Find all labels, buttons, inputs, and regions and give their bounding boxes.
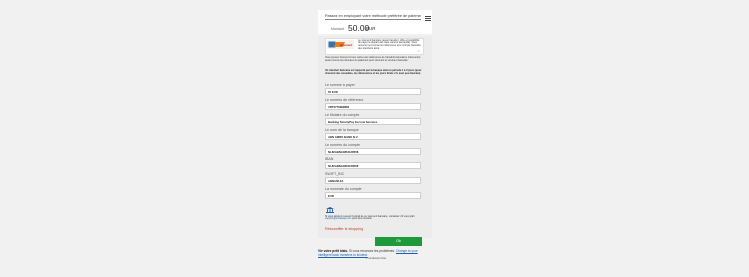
field-account-currency[interactable]: EUR bbox=[325, 192, 421, 199]
payment-method-select[interactable]: Passez en employant votre méthode préfér… bbox=[325, 14, 421, 20]
field-label-iban: IBAN bbox=[325, 157, 334, 161]
bank-building-icon bbox=[326, 207, 334, 213]
cookie-close-button[interactable]: × rendement cloe bbox=[366, 257, 386, 260]
notice-close-icon[interactable]: × bbox=[418, 50, 420, 53]
field-swift-bic[interactable]: ABNANL2A bbox=[325, 177, 421, 184]
field-bank-name[interactable]: ABN AMRO BANK N.V. bbox=[325, 132, 421, 140]
notice-text: Le virement bancaire (aussi transfert, o… bbox=[358, 38, 421, 50]
field-label-amount: Le somme à payer bbox=[325, 82, 355, 87]
field-label-holder: Le titulaire du compte bbox=[325, 112, 360, 117]
amount-currency: EUR bbox=[366, 26, 376, 31]
info-paragraph-bold: Un transfert bancaire est rapporté par l… bbox=[325, 69, 422, 75]
field-label-currency: La monnaie du compte bbox=[325, 187, 362, 191]
field-iban[interactable]: NL82ABNA0861128558 bbox=[325, 162, 421, 169]
field-reference[interactable]: VRT0779999883 bbox=[325, 102, 421, 110]
field-amount[interactable]: 52 EUR bbox=[325, 87, 421, 95]
info-paragraph: Vous pouvez trouver ici tous sortes des … bbox=[325, 56, 421, 62]
contact-note: Si vous désirez recevoir l'extrait de ce… bbox=[325, 214, 415, 221]
amount-label: Montant bbox=[331, 27, 344, 31]
svg-text:Virement: Virement bbox=[340, 43, 353, 47]
field-account-holder[interactable]: Banking SmartyPay Escrow Services bbox=[325, 117, 421, 125]
field-account-number[interactable]: NL82ABNA0861128558 bbox=[325, 147, 421, 155]
support-email-link[interactable]: support@smartpay.com bbox=[325, 217, 351, 220]
field-label-swift: SWIFT_BIC bbox=[325, 172, 345, 176]
hamburger-menu-icon[interactable] bbox=[425, 16, 431, 22]
bank-transfer-logo: Virement bbox=[327, 40, 354, 49]
ok-button[interactable]: Ok bbox=[375, 237, 422, 246]
field-label-account: Le numéro du compte bbox=[325, 142, 360, 147]
field-label-reference: Le numéro de référence bbox=[325, 97, 364, 102]
back-to-shopping-link[interactable]: Rétourniffer le shopping bbox=[325, 227, 363, 231]
field-label-bank: Le nom de la banque bbox=[325, 127, 359, 132]
